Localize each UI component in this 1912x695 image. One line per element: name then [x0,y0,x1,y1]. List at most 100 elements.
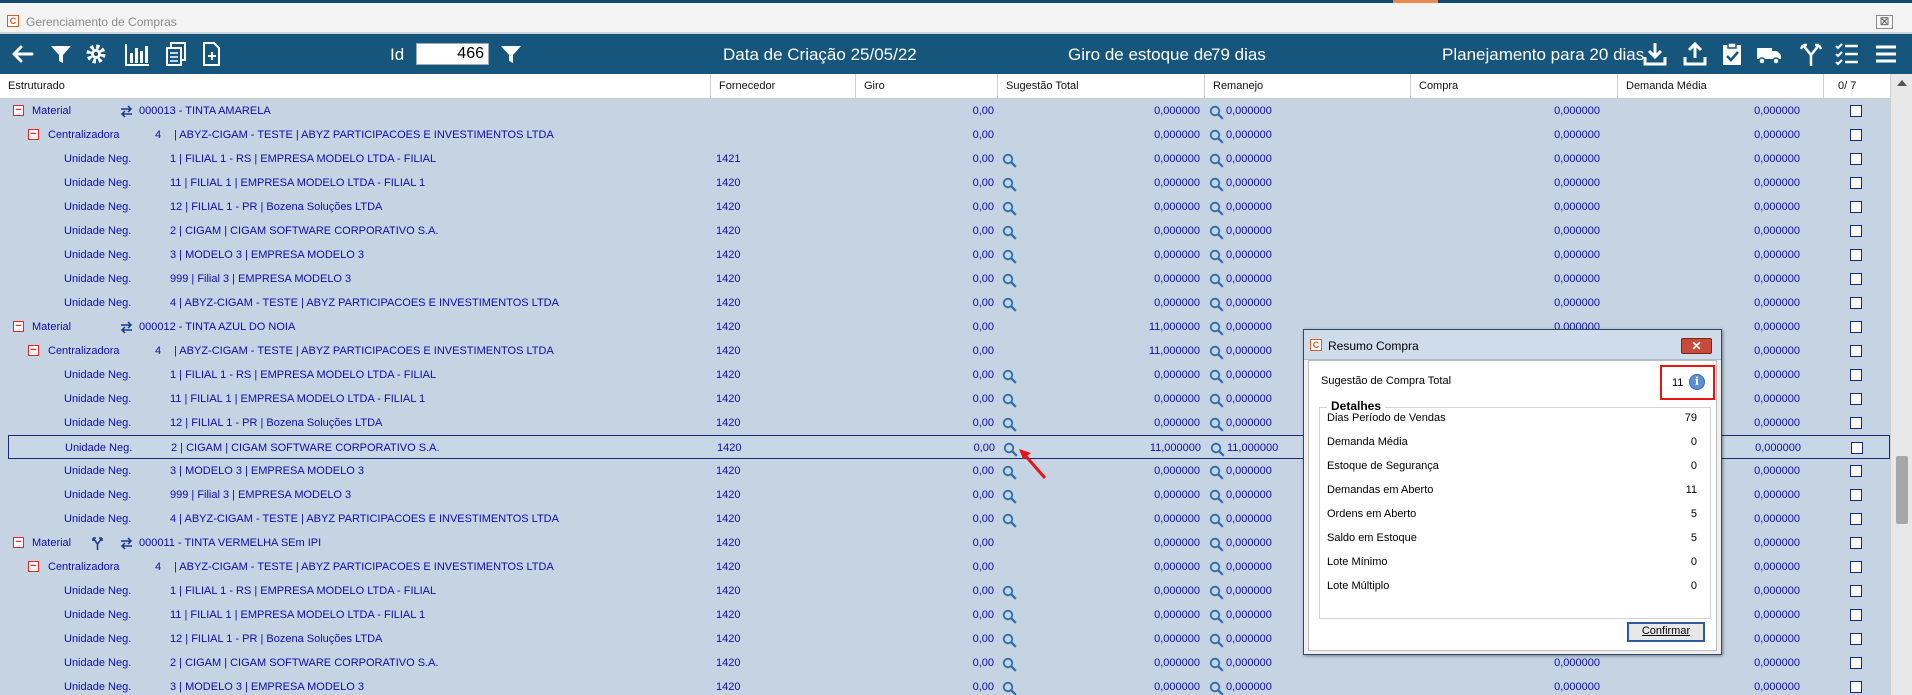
row-checkbox[interactable] [1850,321,1862,333]
column-header-3[interactable]: Giro [855,74,997,99]
remanejo-search-icon[interactable] [1209,681,1224,695]
remanejo-search-icon[interactable] [1209,153,1224,168]
remanejo-search-icon[interactable] [1209,129,1224,144]
swap-arrows-icon[interactable] [119,320,134,335]
remanejo-search-icon[interactable] [1209,417,1224,432]
table-row[interactable]: Unidade Neg. 2 | CIGAM | CIGAM SOFTWARE C… [0,219,1890,243]
collapse-icon[interactable]: − [28,129,39,140]
gear-icon[interactable] [82,40,110,68]
info-icon[interactable]: i [1689,374,1705,390]
search-icon[interactable] [1002,681,1017,695]
search-icon[interactable] [1002,249,1017,264]
fork-icon[interactable] [1797,40,1825,68]
menu-icon[interactable] [1872,40,1900,68]
remanejo-search-icon[interactable] [1209,177,1224,192]
search-icon[interactable] [1002,657,1017,672]
row-checkbox[interactable] [1850,249,1862,261]
checklist-icon[interactable] [1833,40,1861,68]
search-icon[interactable] [1002,489,1017,504]
remanejo-search-icon[interactable] [1209,633,1224,648]
row-checkbox[interactable] [1850,681,1862,693]
remanejo-search-icon[interactable] [1209,657,1224,672]
id-input[interactable]: 466 [416,43,489,65]
row-checkbox[interactable] [1850,105,1862,117]
row-checkbox[interactable] [1850,657,1862,669]
clipboard-check-icon[interactable] [1718,40,1746,68]
scroll-thumb[interactable] [1896,456,1908,524]
table-row[interactable]: Unidade Neg. 3 | MODELO 3 | EMPRESA MODEL… [0,243,1890,267]
remanejo-search-icon[interactable] [1209,369,1224,384]
table-row[interactable]: Unidade Neg. 12 | FILIAL 1 - PR | Bozena … [0,195,1890,219]
remanejo-search-icon[interactable] [1209,489,1224,504]
search-icon[interactable] [1002,633,1017,648]
row-checkbox[interactable] [1850,561,1862,573]
search-icon[interactable] [1002,609,1017,624]
remanejo-search-icon[interactable] [1209,225,1224,240]
row-checkbox[interactable] [1850,393,1862,405]
row-checkbox[interactable] [1850,513,1862,525]
scroll-up-icon[interactable] [1897,80,1907,86]
remanejo-search-icon[interactable] [1209,249,1224,264]
remanejo-search-icon[interactable] [1209,465,1224,480]
row-checkbox[interactable] [1850,585,1862,597]
row-checkbox[interactable] [1850,465,1862,477]
table-row[interactable]: Unidade Neg. 4 | ABYZ-CIGAM - TESTE | ABY… [0,291,1890,315]
collapse-icon[interactable]: − [13,321,24,332]
search-icon[interactable] [1002,273,1017,288]
table-row[interactable]: Unidade Neg. 999 | Filial 3 | EMPRESA MOD… [0,267,1890,291]
collapse-icon[interactable]: − [28,561,39,572]
new-document-icon[interactable] [197,40,225,68]
search-icon[interactable] [1002,417,1017,432]
table-row[interactable]: Unidade Neg. 3 | MODELO 3 | EMPRESA MODEL… [0,675,1890,695]
confirm-button[interactable]: Confirmar [1627,622,1705,642]
remanejo-search-icon[interactable] [1210,442,1225,457]
table-row[interactable]: − Centralizadora 4 | ABYZ-CIGAM - TESTE | A… [0,123,1890,147]
remanejo-search-icon[interactable] [1209,609,1224,624]
swap-arrows-icon[interactable] [119,104,134,119]
search-icon[interactable] [1002,369,1017,384]
search-icon[interactable] [1002,585,1017,600]
row-checkbox[interactable] [1851,442,1863,454]
swap-arrows-icon[interactable] [119,536,134,551]
table-row[interactable]: − Material 000013 - TINTA AMARELA 0,00 0,000… [0,99,1890,123]
window-close-button[interactable]: ⊠ [1876,15,1893,29]
remanejo-search-icon[interactable] [1209,105,1224,120]
copy-docs-icon[interactable] [162,40,190,68]
row-checkbox[interactable] [1850,153,1862,165]
truck-icon[interactable] [1755,40,1783,68]
remanejo-search-icon[interactable] [1209,561,1224,576]
column-header-2[interactable]: Fornecedor [710,74,855,99]
bar-chart-icon[interactable] [123,40,151,68]
download-icon[interactable] [1641,40,1669,68]
row-checkbox[interactable] [1850,633,1862,645]
row-checkbox[interactable] [1850,417,1862,429]
search-icon[interactable] [1002,513,1017,528]
search-icon[interactable] [1002,201,1017,216]
collapse-icon[interactable]: − [13,105,24,116]
row-checkbox[interactable] [1850,177,1862,189]
table-row[interactable]: Unidade Neg. 11 | FILIAL 1 | EMPRESA MODE… [0,171,1890,195]
row-checkbox[interactable] [1850,537,1862,549]
search-icon[interactable] [1002,297,1017,312]
row-checkbox[interactable] [1850,369,1862,381]
search-icon[interactable] [1002,177,1017,192]
back-arrow-icon[interactable] [8,40,36,68]
remanejo-search-icon[interactable] [1209,273,1224,288]
remanejo-search-icon[interactable] [1209,297,1224,312]
vertical-scrollbar[interactable] [1890,74,1912,695]
row-checkbox[interactable] [1850,225,1862,237]
row-checkbox[interactable] [1850,273,1862,285]
remanejo-search-icon[interactable] [1209,345,1224,360]
search-icon[interactable] [1002,153,1017,168]
search-icon[interactable] [1002,393,1017,408]
row-checkbox[interactable] [1850,609,1862,621]
column-header-5[interactable]: Remanejo [1204,74,1410,99]
filter-icon[interactable] [47,40,75,68]
remanejo-search-icon[interactable] [1209,513,1224,528]
column-header-8[interactable]: 0/ 7 [1823,74,1890,99]
id-filter-icon[interactable] [497,40,525,68]
remanejo-search-icon[interactable] [1209,537,1224,552]
column-header-6[interactable]: Compra [1410,74,1617,99]
row-checkbox[interactable] [1850,345,1862,357]
search-icon[interactable] [1002,225,1017,240]
